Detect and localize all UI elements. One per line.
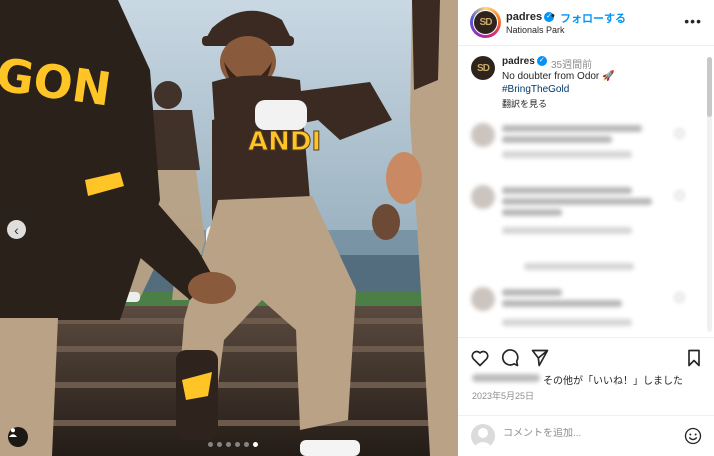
comment-text-blur [502, 209, 562, 216]
photo-scene: ANDI GON [0, 0, 458, 456]
likes-summary[interactable]: その他が「いいね！」しました [472, 372, 712, 387]
comment-meta-blur [502, 227, 632, 234]
jersey-front-text: ANDI [248, 127, 321, 157]
post-header: SD padres ✓ • フォローする Nationals Park ••• [458, 0, 714, 46]
bookmark-icon[interactable] [684, 348, 704, 368]
comment-composer [458, 415, 714, 456]
heart-icon [675, 293, 684, 302]
likes-text[interactable]: その他が「いいね！」しました [543, 372, 683, 387]
comment-avatar [471, 185, 495, 209]
post-photo[interactable]: ANDI GON ‹ [0, 0, 458, 456]
avatar[interactable]: SD [473, 10, 498, 35]
location-link[interactable]: Nationals Park [506, 25, 565, 35]
carousel-dots [208, 442, 258, 447]
comment-text-blur [502, 300, 622, 307]
user-tag-icon[interactable] [8, 427, 28, 447]
carousel-dot [244, 442, 249, 447]
default-avatar-icon [473, 428, 493, 448]
post-date[interactable]: 2023年5月25日 [472, 389, 534, 402]
carousel-dot [217, 442, 222, 447]
comment-text-blur [502, 289, 562, 296]
comment-text-blur [502, 198, 652, 205]
comment-row [468, 185, 698, 234]
user-tag-glyph [9, 428, 17, 437]
comments-list[interactable]: SD padres ✓ 35週間前 No doubter from Odor 🚀 … [458, 47, 714, 336]
caption-hashtag[interactable]: #BringTheGold [502, 84, 569, 95]
more-horizontal-icon[interactable]: ••• [684, 14, 702, 28]
avatar [471, 424, 495, 448]
caption-avatar[interactable]: SD [471, 56, 495, 80]
comment-avatar [471, 123, 495, 147]
comment-row [468, 287, 698, 327]
carousel-dot [208, 442, 213, 447]
heart-icon[interactable] [470, 348, 490, 368]
view-replies-row [468, 263, 698, 273]
smiley-icon[interactable] [684, 427, 702, 445]
scrollbar-thumb[interactable] [707, 57, 712, 117]
header-username[interactable]: padres ✓ [506, 11, 555, 23]
story-ring[interactable]: SD [470, 7, 501, 38]
likers-blur [472, 374, 540, 382]
heart-icon [675, 129, 684, 138]
comment-meta-blur [502, 151, 632, 158]
verified-badge-icon: ✓ [536, 56, 547, 67]
view-replies-blur [524, 263, 634, 270]
comment-text-blur [502, 187, 632, 194]
carousel-dot [226, 442, 231, 447]
header-username-text[interactable]: padres [506, 11, 542, 23]
translate-link[interactable]: 翻訳を見る [502, 97, 547, 110]
follow-button[interactable]: フォローする [560, 10, 626, 26]
comment-text-blur [502, 136, 612, 143]
caption-text: No doubter from Odor 🚀 [502, 71, 615, 82]
header-separator: • [551, 10, 555, 22]
comment-avatar [471, 287, 495, 311]
caption-time: 35週間前 [551, 60, 593, 71]
heart-icon [675, 191, 684, 200]
caption-username[interactable]: padres ✓ [502, 56, 547, 67]
comments-scrollbar[interactable] [707, 57, 712, 332]
comment-input[interactable] [503, 428, 673, 439]
post-side-panel: SD padres ✓ • フォローする Nationals Park ••• S… [458, 0, 714, 456]
comment-meta-blur [502, 319, 632, 326]
send-icon[interactable] [530, 348, 550, 368]
carousel-dot-active [253, 442, 258, 447]
comment-icon[interactable] [500, 348, 520, 368]
chevron-left-icon[interactable]: ‹ [7, 220, 26, 239]
avatar-logo-text: SD [479, 17, 493, 28]
comment-text-blur [502, 125, 642, 132]
comment-row [468, 123, 698, 158]
caption-avatar-logo-text: SD [477, 62, 490, 74]
carousel-dot [235, 442, 240, 447]
caption-username-text[interactable]: padres [502, 56, 535, 67]
